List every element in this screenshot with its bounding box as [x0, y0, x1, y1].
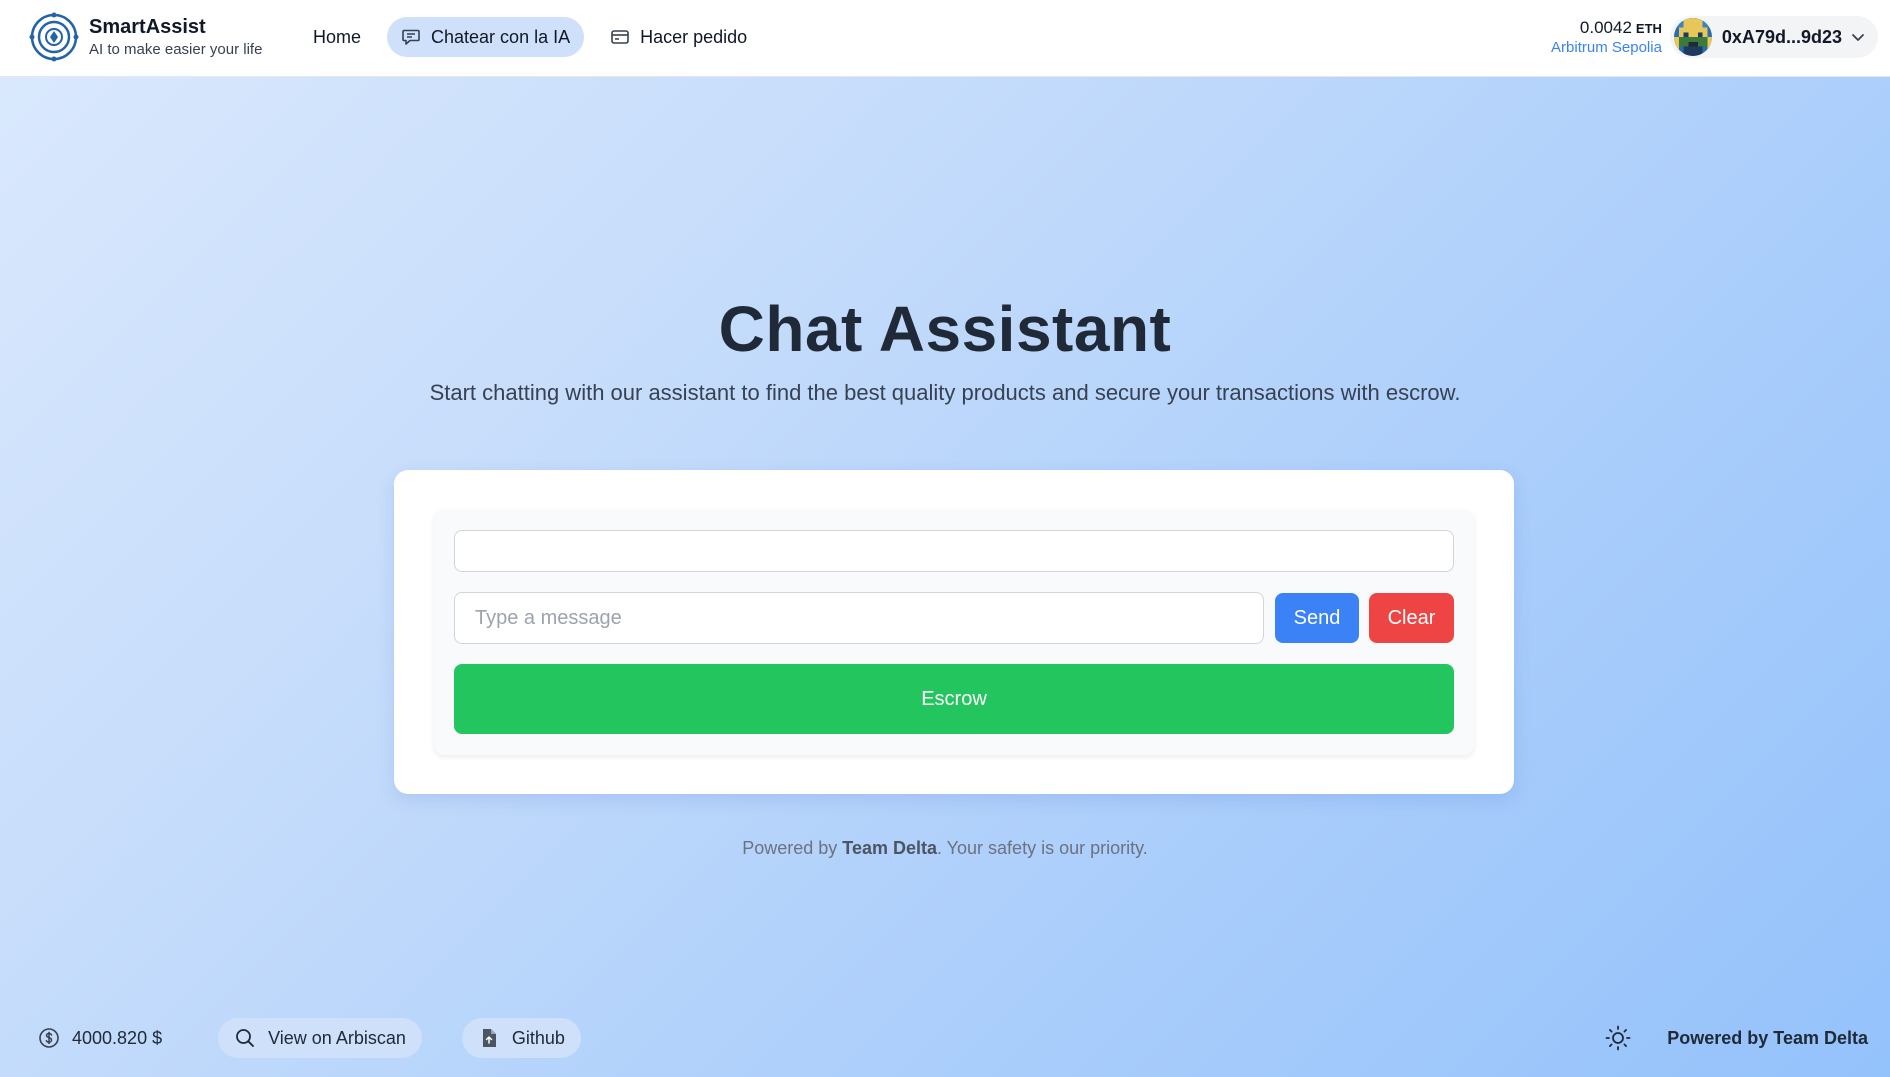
account-button[interactable]: 0xA79d...9d23 [1669, 16, 1878, 58]
send-button[interactable]: Send [1275, 593, 1359, 643]
network-name: Arbitrum Sepolia [1551, 38, 1662, 56]
powered-note: Powered by Team Delta. Your safety is ou… [0, 838, 1890, 859]
wallet-area: 0.0042 ETH Arbitrum Sepolia 0xA79d...9d23 [1551, 16, 1878, 58]
sun-icon[interactable] [1605, 1025, 1631, 1051]
nav-home[interactable]: Home [299, 17, 375, 57]
nav-order-label: Hacer pedido [640, 26, 748, 47]
brand[interactable]: SmartAssist AI to make easier your life [29, 12, 262, 62]
eth-price-value: 4000.820 $ [72, 1027, 163, 1048]
github-link[interactable]: Github [461, 1018, 581, 1058]
smartassist-logo-icon [29, 12, 79, 62]
brand-name: SmartAssist [89, 16, 206, 38]
balance-amount: 0.0042 [1579, 17, 1632, 37]
arbiscan-link[interactable]: View on Arbiscan [218, 1018, 422, 1058]
powered-prefix: Powered by [742, 838, 843, 858]
chat-messages-box [454, 530, 1454, 572]
brand-tagline: AI to make easier your life [89, 41, 263, 58]
nav-home-label: Home [313, 26, 362, 47]
dollar-circle-icon [39, 1028, 59, 1048]
nav-chat-label: Chatear con la IA [431, 26, 571, 47]
page-title: Chat Assistant [718, 293, 1172, 365]
escrow-button[interactable]: Escrow [454, 664, 1454, 734]
top-navbar: SmartAssist AI to make easier your life … [0, 0, 1890, 77]
footer-left: 4000.820 $ View on Arbiscan Github [38, 1018, 621, 1058]
wallet-balance[interactable]: 0.0042 ETH Arbitrum Sepolia [1551, 18, 1662, 57]
message-input[interactable] [454, 592, 1264, 644]
main-nav: Home Chatear con la IA Hacer pedido [299, 17, 773, 57]
github-label: Github [511, 1027, 565, 1048]
footer-right: Powered by Team Delta [1605, 1018, 1868, 1058]
search-icon [236, 1029, 255, 1047]
chat-card: Send Clear Escrow [394, 470, 1514, 794]
chevron-down-icon [1852, 34, 1864, 41]
file-icon [482, 1029, 496, 1047]
avatar [1673, 18, 1712, 56]
chat-bubble-icon [402, 29, 420, 45]
balance-unit: ETH [1635, 20, 1662, 36]
page-subtitle: Start chatting with our assistant to fin… [429, 380, 1461, 405]
powered-suffix: . Your safety is our priority. [937, 838, 1148, 858]
arbiscan-label: View on Arbiscan [268, 1027, 406, 1048]
nav-chat[interactable]: Chatear con la IA [387, 17, 585, 57]
nav-order[interactable]: Hacer pedido [596, 17, 761, 57]
clear-button[interactable]: Clear [1369, 593, 1454, 643]
footer-powered: Powered by Team Delta [1667, 1027, 1868, 1048]
chat-panel: Send Clear Escrow [434, 510, 1474, 755]
card-icon [611, 30, 629, 44]
account-address: 0xA79d...9d23 [1721, 26, 1842, 47]
powered-team: Team Delta [842, 838, 937, 858]
eth-price: 4000.820 $ [38, 1018, 178, 1058]
